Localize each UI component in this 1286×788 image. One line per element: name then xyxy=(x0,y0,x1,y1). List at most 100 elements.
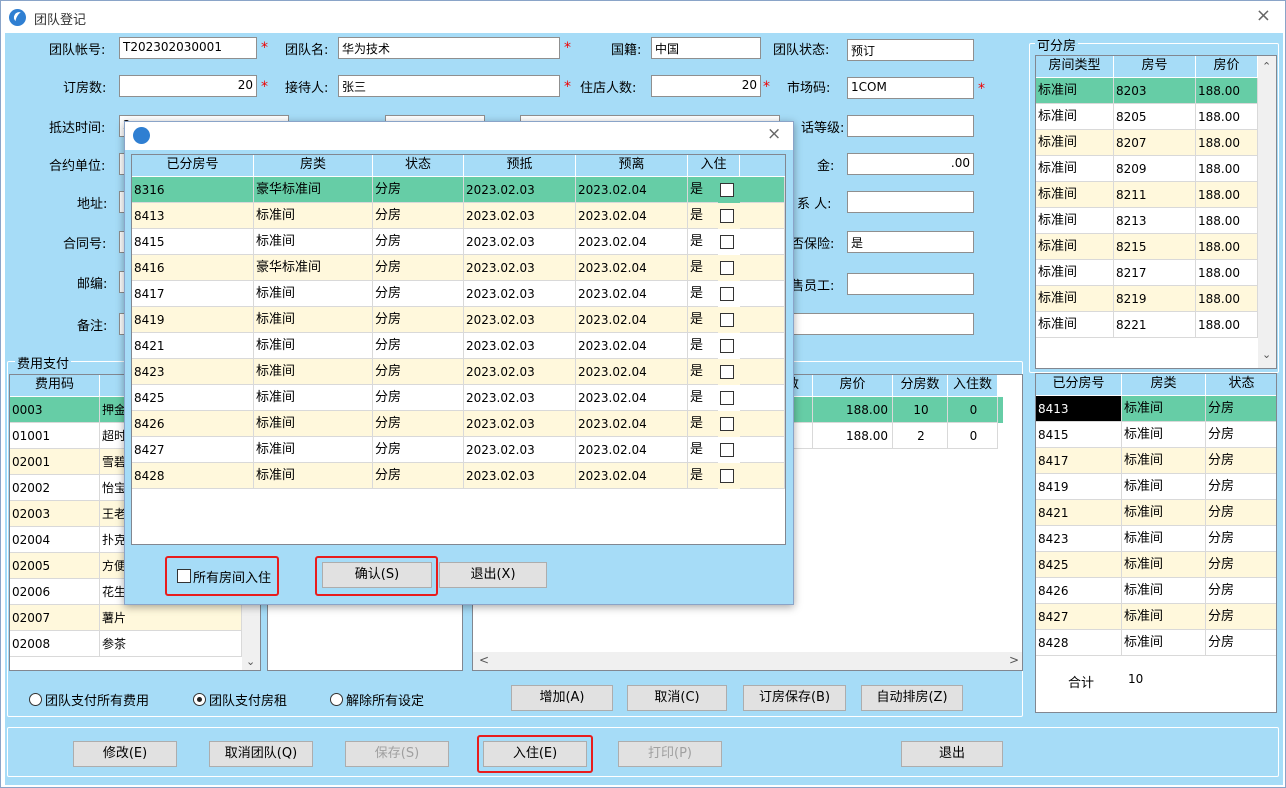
dlg-depart-header[interactable]: 预离 xyxy=(576,155,688,177)
nation-field[interactable]: 中国 xyxy=(651,37,761,59)
table-row[interactable]: 8428 标准间 分房 xyxy=(1036,630,1276,656)
table-row[interactable]: 标准间 8209 188.00 xyxy=(1036,156,1258,182)
checkin-checkbox[interactable] xyxy=(720,209,734,223)
table-row[interactable]: 8417 标准间 分房 xyxy=(1036,448,1276,474)
dlg-checkin-header[interactable]: 入住 xyxy=(688,155,740,177)
radio-clear-all-label[interactable]: 解除所有设定 xyxy=(346,690,424,709)
assigned-no-header[interactable]: 已分房号 xyxy=(1036,374,1122,396)
room-no-col-header[interactable]: 房号 xyxy=(1114,56,1196,78)
dialog-room-table[interactable]: 已分房号 房类 状态 预抵 预离 入住 8316 豪华标准间 分房 2023.02.0… xyxy=(131,154,786,545)
radio-pay-all[interactable] xyxy=(29,693,42,706)
table-row[interactable]: 标准间 8211 188.00 xyxy=(1036,182,1258,208)
chevron-up-icon[interactable]: ⌃ xyxy=(1262,60,1271,73)
staff-field[interactable] xyxy=(847,273,974,295)
checkin-checkbox[interactable] xyxy=(720,417,734,431)
modify-button[interactable]: 修改(E) xyxy=(73,741,177,767)
table-row[interactable]: 8419 标准间 分房 xyxy=(1036,474,1276,500)
dlg-arrive-header[interactable]: 预抵 xyxy=(464,155,576,177)
guests-field[interactable]: 20 xyxy=(651,75,761,97)
table-row[interactable]: 8426 标准间 分房 2023.02.03 2023.02.04 是 xyxy=(132,411,785,437)
table-row[interactable]: 8417 标准间 分房 2023.02.03 2023.02.04 是 xyxy=(132,281,785,307)
table-row[interactable]: 8423 标准间 分房 xyxy=(1036,526,1276,552)
add-button[interactable]: 增加(A) xyxy=(511,685,613,711)
assigned-header[interactable]: 分房数 xyxy=(893,375,948,397)
checkin-checkbox[interactable] xyxy=(720,235,734,249)
checkin-checkbox[interactable] xyxy=(720,469,734,483)
table-row[interactable]: 标准间 8217 188.00 xyxy=(1036,260,1258,286)
table-row[interactable]: 8428 标准间 分房 2023.02.03 2023.02.04 是 xyxy=(132,463,785,489)
radio-pay-all-label[interactable]: 团队支付所有费用 xyxy=(45,690,149,709)
table-row[interactable]: 8425 标准间 分房 xyxy=(1036,552,1276,578)
table-row[interactable]: 02007 薯片 xyxy=(10,605,242,631)
save-booking-button[interactable]: 订房保存(B) xyxy=(743,685,846,711)
checkin-checkbox[interactable] xyxy=(720,313,734,327)
insurance-field[interactable]: 是 xyxy=(847,231,974,253)
table-row[interactable]: 8316 豪华标准间 分房 2023.02.03 2023.02.04 是 xyxy=(132,177,785,203)
table-row[interactable]: 8421 标准间 分房 2023.02.03 2023.02.04 是 xyxy=(132,333,785,359)
checkin-checkbox[interactable] xyxy=(720,443,734,457)
checkedin-header[interactable]: 入住数 xyxy=(948,375,998,397)
checkin-checkbox[interactable] xyxy=(720,339,734,353)
table-row[interactable]: 8426 标准间 分房 xyxy=(1036,578,1276,604)
table-row[interactable]: 8415 标准间 分房 2023.02.03 2023.02.04 是 xyxy=(132,229,785,255)
table-row[interactable]: 标准间 8219 188.00 xyxy=(1036,286,1258,312)
table-row[interactable]: 标准间 8213 188.00 xyxy=(1036,208,1258,234)
print-button[interactable]: 打印(P) xyxy=(618,741,722,767)
table-row[interactable]: 8421 标准间 分房 xyxy=(1036,500,1276,526)
room-type-col-header[interactable]: 房间类型 xyxy=(1036,56,1114,78)
radio-clear-all[interactable] xyxy=(330,693,343,706)
auto-assign-button[interactable]: 自动排房(Z) xyxy=(861,685,963,711)
host-field[interactable]: 张三 xyxy=(338,75,560,97)
table-row[interactable]: 8413 标准间 分房 2023.02.03 2023.02.04 是 xyxy=(132,203,785,229)
account-field[interactable]: T202302030001 xyxy=(119,37,257,59)
radio-pay-rent[interactable] xyxy=(193,693,206,706)
table-row[interactable]: 标准间 8215 188.00 xyxy=(1036,234,1258,260)
assigned-status-header[interactable]: 状态 xyxy=(1206,374,1276,396)
table-row[interactable]: 8419 标准间 分房 2023.02.03 2023.02.04 是 xyxy=(132,307,785,333)
save-button[interactable]: 保存(S) xyxy=(345,741,449,767)
table-row[interactable]: 标准间 8203 188.00 xyxy=(1036,78,1258,104)
table-row[interactable]: 标准间 8205 188.00 xyxy=(1036,104,1258,130)
horizontal-scrollbar[interactable] xyxy=(473,652,1022,670)
available-scrollbar[interactable] xyxy=(1258,56,1276,368)
contact-field[interactable] xyxy=(847,191,974,213)
market-field[interactable]: 1COM xyxy=(847,77,974,99)
close-icon[interactable]: × xyxy=(1256,5,1271,26)
assigned-rooms-table[interactable]: 已分房号 房类 状态 8413 标准间 分房 8415 标准间 分房 8417 标准间 分房 84… xyxy=(1035,373,1277,713)
team-name-field[interactable]: 华为技术 xyxy=(338,37,560,59)
table-row[interactable]: 02008 参茶 xyxy=(10,631,242,657)
team-status-field[interactable]: 预订 xyxy=(847,39,974,61)
table-row[interactable]: 8416 豪华标准间 分房 2023.02.03 2023.02.04 是 xyxy=(132,255,785,281)
scroll-right-icon[interactable]: > xyxy=(1009,653,1019,667)
dlg-status-header[interactable]: 状态 xyxy=(373,155,464,177)
table-row[interactable]: 8425 标准间 分房 2023.02.03 2023.02.04 是 xyxy=(132,385,785,411)
chevron-down-icon[interactable]: ⌄ xyxy=(246,655,255,668)
close-icon[interactable]: × xyxy=(767,124,781,144)
dlg-room-type-header[interactable]: 房类 xyxy=(254,155,373,177)
rooms-field[interactable]: 20 xyxy=(119,75,257,97)
exit-button[interactable]: 退出 xyxy=(901,741,1003,767)
table-row[interactable]: 8415 标准间 分房 xyxy=(1036,422,1276,448)
available-rooms-table[interactable]: 房间类型 房号 房价 标准间 8203 188.00 标准间 8205 188.00 标准间… xyxy=(1035,55,1277,369)
dialog-exit-button[interactable]: 退出(X) xyxy=(439,562,547,588)
checkin-checkbox[interactable] xyxy=(720,261,734,275)
checkin-checkbox[interactable] xyxy=(720,365,734,379)
checkin-checkbox[interactable] xyxy=(720,391,734,405)
table-row[interactable]: 8423 标准间 分房 2023.02.03 2023.02.04 是 xyxy=(132,359,785,385)
checkin-checkbox[interactable] xyxy=(720,183,734,197)
cancel-team-button[interactable]: 取消团队(Q) xyxy=(209,741,313,767)
cancel-button[interactable]: 取消(C) xyxy=(627,685,727,711)
deposit-field[interactable]: .00 xyxy=(847,153,974,175)
table-row[interactable]: 标准间 8207 188.00 xyxy=(1036,130,1258,156)
price-header[interactable]: 房价 xyxy=(813,375,893,397)
scroll-left-icon[interactable]: < xyxy=(479,653,489,667)
checkin-checkbox[interactable] xyxy=(720,287,734,301)
table-row[interactable]: 8427 标准间 分房 2023.02.03 2023.02.04 是 xyxy=(132,437,785,463)
price-col-header[interactable]: 房价 xyxy=(1196,56,1258,78)
dlg-extra-header[interactable] xyxy=(740,155,785,177)
chevron-down-icon[interactable]: ⌄ xyxy=(1262,348,1271,361)
table-row[interactable]: 8413 标准间 分房 xyxy=(1036,396,1276,422)
dlg-room-no-header[interactable]: 已分房号 xyxy=(132,155,254,177)
table-row[interactable]: 标准间 8221 188.00 xyxy=(1036,312,1258,338)
table-row[interactable]: 8427 标准间 分房 xyxy=(1036,604,1276,630)
